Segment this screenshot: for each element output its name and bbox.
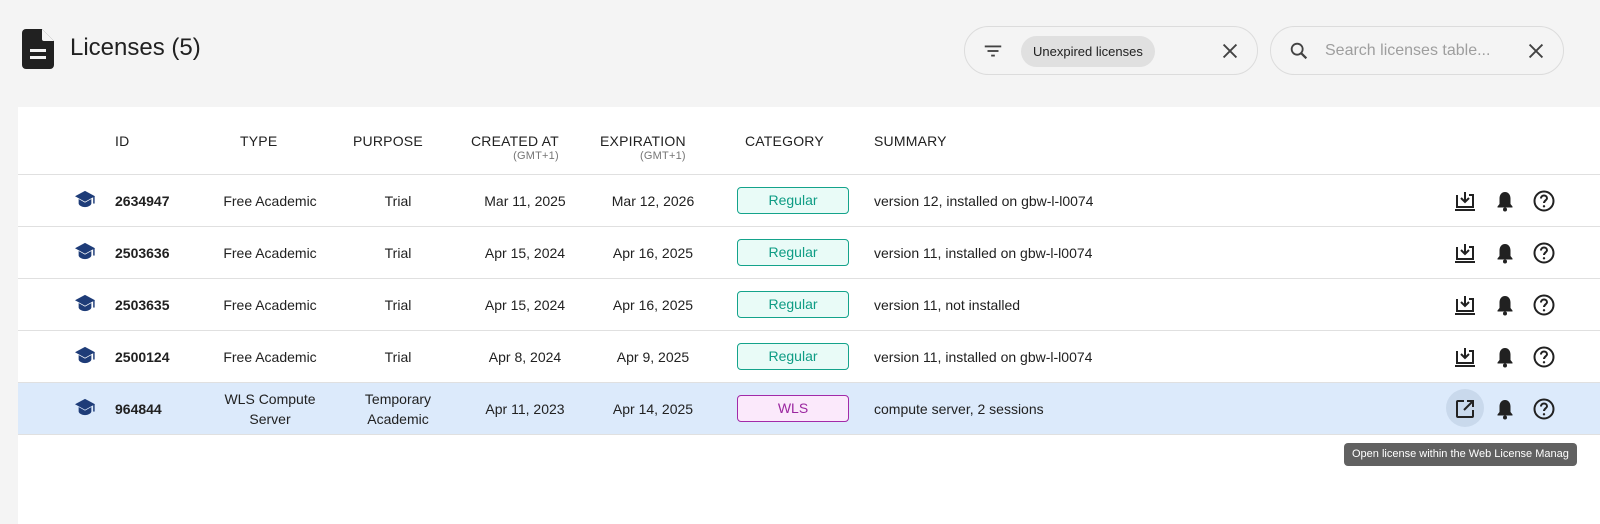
open-external-icon[interactable] xyxy=(1453,397,1477,421)
search-icon xyxy=(1290,42,1308,60)
bell-icon[interactable] xyxy=(1493,293,1517,317)
expiration-date: Mar 12, 2026 xyxy=(611,193,695,209)
created-at: Apr 15, 2024 xyxy=(484,245,566,261)
table-row[interactable]: 2500124 Free Academic Trial Apr 8, 2024 … xyxy=(18,331,1600,383)
download-icon[interactable] xyxy=(1453,241,1477,265)
help-icon[interactable] xyxy=(1532,293,1556,317)
category-badge: WLS xyxy=(737,395,849,422)
created-at: Apr 15, 2024 xyxy=(484,297,566,313)
clear-search-icon[interactable] xyxy=(1525,40,1547,62)
graduation-cap-icon xyxy=(75,294,95,312)
bell-icon[interactable] xyxy=(1493,189,1517,213)
column-header-type[interactable]: TYPE xyxy=(240,133,277,149)
license-purpose: Trial xyxy=(384,297,412,313)
column-header-summary[interactable]: SUMMARY xyxy=(874,133,947,149)
expiration-date: Apr 9, 2025 xyxy=(616,349,690,365)
license-type: WLS Compute Server xyxy=(210,383,330,435)
column-header-created-at[interactable]: CREATED AT (GMT+1) xyxy=(471,133,559,162)
expiration-date: Apr 14, 2025 xyxy=(612,401,694,417)
bell-icon[interactable] xyxy=(1493,345,1517,369)
license-type: Free Academic xyxy=(223,245,317,261)
license-summary: version 11, not installed xyxy=(874,297,1021,313)
graduation-cap-icon xyxy=(75,346,95,364)
page-header: Licenses (5) Unexpired licenses xyxy=(0,0,1600,100)
license-type: Free Academic xyxy=(223,349,317,365)
license-summary: version 11, installed on gbw-l-l0074 xyxy=(874,349,1093,365)
license-id[interactable]: 2500124 xyxy=(115,331,170,383)
license-summary: compute server, 2 sessions xyxy=(874,401,1044,417)
license-purpose: Trial xyxy=(384,245,412,261)
document-icon xyxy=(22,29,54,69)
category-badge: Regular xyxy=(737,343,849,370)
column-header-id[interactable]: ID xyxy=(115,133,129,149)
table-header: ID TYPE PURPOSE CREATED AT (GMT+1) EXPIR… xyxy=(18,107,1600,175)
column-header-expiration-label: EXPIRATION xyxy=(600,133,686,149)
table-row-selected[interactable]: 964844 WLS Compute Server Temporary Acad… xyxy=(18,383,1600,435)
license-type-line: Server xyxy=(249,411,291,427)
filter-icon[interactable] xyxy=(982,40,1004,62)
license-id[interactable]: 2503636 xyxy=(115,227,170,279)
column-header-category[interactable]: CATEGORY xyxy=(745,133,824,149)
graduation-cap-icon xyxy=(75,398,95,416)
created-at-timezone: (GMT+1) xyxy=(513,150,559,162)
download-icon[interactable] xyxy=(1453,189,1477,213)
help-icon[interactable] xyxy=(1532,345,1556,369)
created-at: Mar 11, 2025 xyxy=(484,193,566,209)
license-purpose: Trial xyxy=(384,349,412,365)
license-purpose-line: Temporary xyxy=(364,391,432,407)
filter-chip[interactable]: Unexpired licenses xyxy=(1021,36,1155,67)
license-id[interactable]: 2634947 xyxy=(115,175,170,227)
license-summary: version 12, installed on gbw-l-l0074 xyxy=(874,193,1094,209)
graduation-cap-icon xyxy=(75,242,95,260)
category-badge: Regular xyxy=(737,187,849,214)
tooltip: Open license within the Web License Mana… xyxy=(1344,443,1577,466)
license-summary: version 11, installed on gbw-l-l0074 xyxy=(874,245,1093,261)
filter-box[interactable]: Unexpired licenses xyxy=(964,26,1258,75)
expiration-date: Apr 16, 2025 xyxy=(612,297,694,313)
graduation-cap-icon xyxy=(75,190,95,208)
clear-filter-icon[interactable] xyxy=(1219,40,1241,62)
bell-icon[interactable] xyxy=(1493,397,1517,421)
license-purpose: Temporary Academic xyxy=(348,383,448,435)
created-at: Apr 11, 2023 xyxy=(485,401,565,417)
table-row[interactable]: 2503635 Free Academic Trial Apr 15, 2024… xyxy=(18,279,1600,331)
license-type: Free Academic xyxy=(223,193,317,209)
column-header-created-at-label: CREATED AT xyxy=(471,133,559,149)
category-badge: Regular xyxy=(737,239,849,266)
license-type: Free Academic xyxy=(223,297,317,313)
search-input[interactable] xyxy=(1325,39,1515,63)
category-badge: Regular xyxy=(737,291,849,318)
page-title: Licenses (5) xyxy=(70,34,201,61)
license-id[interactable]: 964844 xyxy=(115,383,162,435)
help-icon[interactable] xyxy=(1532,189,1556,213)
table-row[interactable]: 2503636 Free Academic Trial Apr 15, 2024… xyxy=(18,227,1600,279)
expiration-date: Apr 16, 2025 xyxy=(612,245,694,261)
license-purpose-line: Academic xyxy=(367,411,429,427)
table-row[interactable]: 2634947 Free Academic Trial Mar 11, 2025… xyxy=(18,175,1600,227)
bell-icon[interactable] xyxy=(1493,241,1517,265)
search-box[interactable] xyxy=(1270,26,1564,75)
license-type-line: WLS Compute xyxy=(224,391,316,407)
column-header-purpose[interactable]: PURPOSE xyxy=(353,133,423,149)
download-icon[interactable] xyxy=(1453,345,1477,369)
column-header-expiration[interactable]: EXPIRATION (GMT+1) xyxy=(600,133,686,162)
created-at: Apr 8, 2024 xyxy=(488,349,562,365)
license-purpose: Trial xyxy=(384,193,412,209)
download-icon[interactable] xyxy=(1453,293,1477,317)
help-icon[interactable] xyxy=(1532,397,1556,421)
expiration-timezone: (GMT+1) xyxy=(640,150,686,162)
license-id[interactable]: 2503635 xyxy=(115,279,170,331)
help-icon[interactable] xyxy=(1532,241,1556,265)
